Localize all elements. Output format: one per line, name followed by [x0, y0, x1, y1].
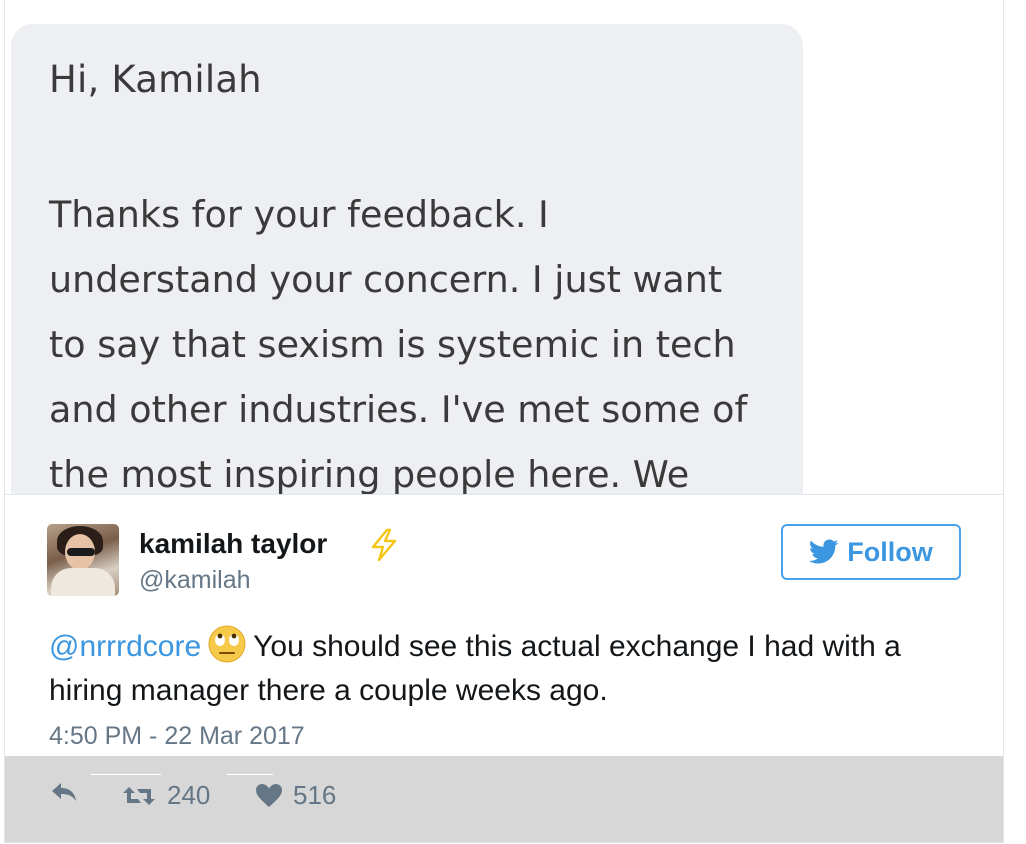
tweet-timestamp[interactable]: 4:50 PM - 22 Mar 2017 [49, 722, 305, 751]
retweet-count: 240 [167, 780, 211, 810]
avatar[interactable] [47, 524, 119, 596]
media-divider [5, 494, 1003, 495]
message-body: Thanks for your feedback. I understand y… [49, 193, 748, 494]
action-separator [91, 774, 161, 775]
like-button[interactable]: 516 [255, 780, 336, 811]
lightning-bolt-icon [371, 528, 397, 562]
embedded-screenshot[interactable]: Hi, Kamilah Thanks for your feedback. I … [5, 0, 1003, 494]
like-count: 516 [293, 780, 337, 810]
heart-icon [256, 783, 282, 807]
author-handle[interactable]: @kamilah [139, 566, 251, 595]
twitter-bird-icon [809, 539, 839, 564]
reply-button[interactable] [49, 780, 79, 804]
retweet-icon [123, 786, 155, 805]
mention-link[interactable]: @nrrrdcore [49, 630, 201, 663]
author-name[interactable]: kamilah taylor [139, 528, 327, 560]
follow-label: Follow [847, 536, 933, 567]
tweet-text: @nrrrdcore You should see this actual ex… [49, 624, 979, 713]
retweet-button[interactable]: 240 [121, 780, 210, 811]
follow-button[interactable]: Follow [781, 524, 961, 580]
tweet-embed: Hi, Kamilah Thanks for your feedback. I … [4, 0, 1004, 843]
eye-roll-emoji-icon [208, 625, 246, 663]
reply-icon [52, 783, 76, 801]
message-bubble: Hi, Kamilah Thanks for your feedback. I … [11, 24, 803, 494]
action-bar: 240 516 [5, 756, 1003, 842]
action-separator [227, 774, 273, 775]
message-greeting: Hi, Kamilah [49, 58, 262, 101]
